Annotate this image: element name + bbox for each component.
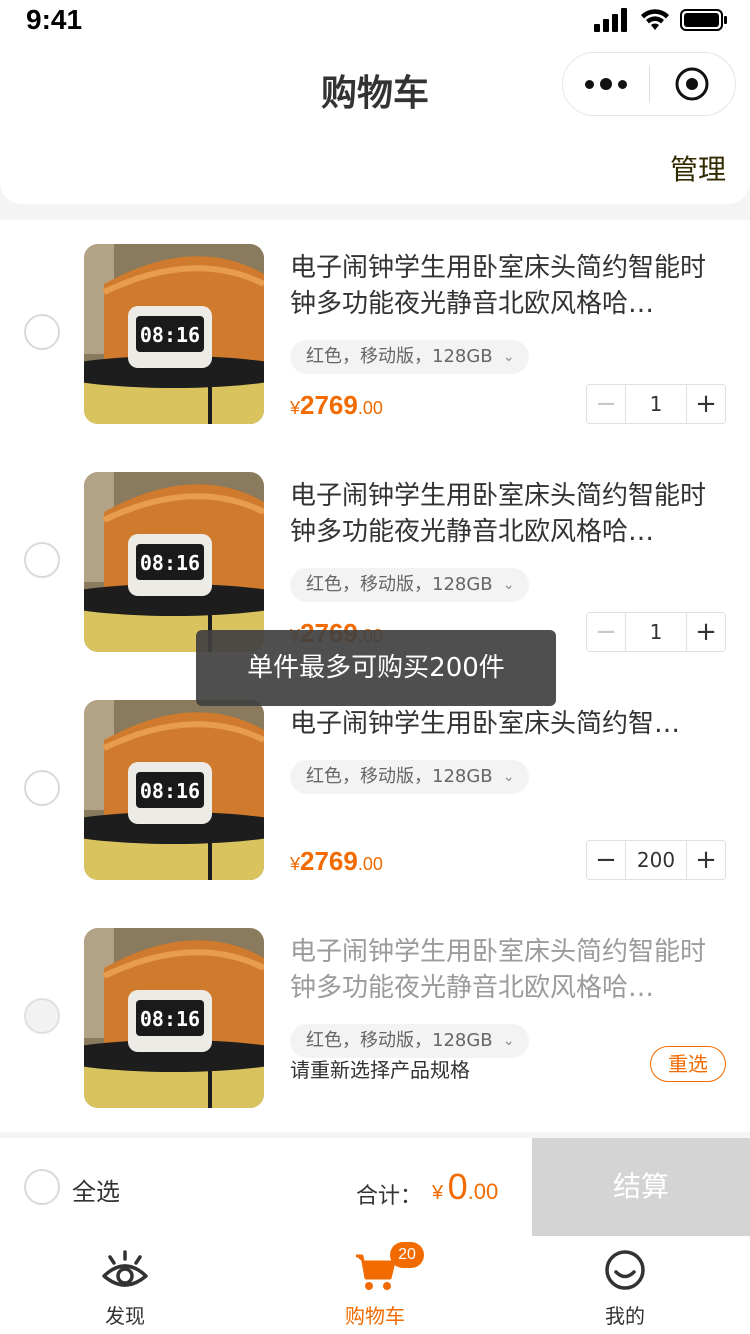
price-decimal: .00 xyxy=(357,398,383,418)
product-thumbnail[interactable]: 08:16 xyxy=(84,472,264,652)
quantity-value[interactable]: 1 xyxy=(625,385,687,423)
tab-label: 发现 xyxy=(105,1304,145,1328)
product-image: 08:16 xyxy=(84,928,264,1108)
toast-message: 单件最多可购买200件 xyxy=(196,630,556,706)
product-name[interactable]: 电子闹钟学生用卧室床头简约智… xyxy=(290,706,720,742)
manage-button[interactable]: 管理 xyxy=(670,148,726,188)
battery-icon xyxy=(680,9,727,31)
chevron-down-icon: ⌄ xyxy=(502,769,515,785)
reselect-tip: 请重新选择产品规格 xyxy=(290,1058,470,1082)
price-integer: 2769 xyxy=(300,390,358,420)
decrease-button[interactable]: − xyxy=(587,841,625,879)
tab-mine[interactable]: 我的 xyxy=(500,1236,750,1334)
signal-icon xyxy=(594,8,627,32)
quantity-value[interactable]: 200 xyxy=(625,841,687,879)
item-checkbox-disabled xyxy=(24,998,60,1034)
decrease-button[interactable]: − xyxy=(587,613,625,651)
eye-icon xyxy=(102,1250,148,1287)
increase-button[interactable]: + xyxy=(687,613,725,651)
checkout-button[interactable]: 结算 xyxy=(532,1138,750,1236)
tab-label: 购物车 xyxy=(345,1304,405,1328)
cart-badge: 20 xyxy=(390,1242,424,1268)
product-thumbnail[interactable]: 08:16 xyxy=(84,928,264,1108)
target-icon xyxy=(675,67,709,101)
clock-display: 08:16 xyxy=(140,551,200,575)
total-label: 合计： xyxy=(356,1184,423,1209)
tab-cart[interactable]: 20 购物车 xyxy=(250,1236,500,1334)
select-all-checkbox[interactable] xyxy=(24,1169,60,1205)
product-image: 08:16 xyxy=(84,244,264,424)
product-name[interactable]: 电子闹钟学生用卧室床头简约智能时钟多功能夜光静音北欧风格哈… xyxy=(290,934,720,1006)
cart-item-invalid: 08:16 电子闹钟学生用卧室床头简约智能时钟多功能夜光静音北欧风格哈… 红色，… xyxy=(0,904,750,1132)
more-dot-icon xyxy=(584,79,594,89)
chevron-down-icon: ⌄ xyxy=(502,577,515,593)
select-all-label[interactable]: 全选 xyxy=(72,1172,120,1207)
status-icons xyxy=(594,8,728,32)
price-currency: ¥ xyxy=(290,398,301,418)
cart-item: 08:16 电子闹钟学生用卧室床头简约智能时钟多功能夜光静音北欧风格哈… 红色，… xyxy=(0,220,750,448)
wifi-icon xyxy=(641,9,669,30)
increase-button[interactable]: + xyxy=(687,841,725,879)
spec-selector[interactable]: 红色，移动版，128GB ⌄ xyxy=(290,568,529,602)
decrease-button[interactable]: − xyxy=(587,385,625,423)
status-time: 9:41 xyxy=(26,4,83,35)
product-name[interactable]: 电子闹钟学生用卧室床头简约智能时钟多功能夜光静音北欧风格哈… xyxy=(290,478,720,550)
spec-text: 红色，移动版，128GB xyxy=(306,766,493,787)
spec-text: 红色，移动版，128GB xyxy=(306,1030,493,1051)
product-image: 08:16 xyxy=(84,700,264,880)
price-decimal: .00 xyxy=(357,854,383,874)
tab-discover[interactable]: 发现 xyxy=(0,1236,250,1334)
quantity-stepper: − 1 + xyxy=(586,612,726,652)
quantity-value[interactable]: 1 xyxy=(625,613,687,651)
product-thumbnail[interactable]: 08:16 xyxy=(84,700,264,880)
total-decimal: .00 xyxy=(467,1179,499,1204)
item-checkbox[interactable] xyxy=(24,770,60,806)
product-image: 08:16 xyxy=(84,472,264,652)
product-name[interactable]: 电子闹钟学生用卧室床头简约智能时钟多功能夜光静音北欧风格哈… xyxy=(290,250,720,322)
spec-selector[interactable]: 红色，移动版，128GB ⌄ xyxy=(290,340,529,374)
price-currency: ¥ xyxy=(290,854,301,874)
spec-text: 红色，移动版，128GB xyxy=(306,574,493,595)
miniprogram-capsule xyxy=(562,52,736,116)
smiley-icon xyxy=(605,1250,645,1290)
product-thumbnail[interactable]: 08:16 xyxy=(84,244,264,424)
close-miniprogram-button[interactable] xyxy=(650,52,736,116)
clock-display: 08:16 xyxy=(140,779,200,803)
quantity-stepper: − 1 + xyxy=(586,384,726,424)
price-integer: 2769 xyxy=(300,846,358,876)
status-bar: 9:41 xyxy=(0,0,750,44)
clock-display: 08:16 xyxy=(140,1007,200,1031)
total-amount: ¥ 0.00 xyxy=(432,1166,498,1208)
more-dot-icon xyxy=(617,79,627,89)
tab-label: 我的 xyxy=(605,1304,645,1328)
more-button[interactable] xyxy=(563,52,649,116)
item-checkbox[interactable] xyxy=(24,314,60,350)
more-dot-icon xyxy=(599,78,612,90)
cart-item: 08:16 电子闹钟学生用卧室床头简约智… 红色，移动版，128GB ⌄ ¥27… xyxy=(0,676,750,904)
spec-selector[interactable]: 红色，移动版，128GB ⌄ xyxy=(290,1024,529,1058)
reselect-button[interactable]: 重选 xyxy=(650,1046,726,1082)
total-currency: ¥ xyxy=(432,1182,444,1204)
page-header: 购物车 管理 xyxy=(0,44,750,204)
chevron-down-icon: ⌄ xyxy=(502,1033,515,1049)
item-checkbox[interactable] xyxy=(24,542,60,578)
checkout-bar: 全选 合计： ¥ 0.00 结算 xyxy=(0,1138,750,1236)
total-integer: 0 xyxy=(447,1166,468,1207)
chevron-down-icon: ⌄ xyxy=(502,349,515,365)
increase-button[interactable]: + xyxy=(687,385,725,423)
quantity-stepper: − 200 + xyxy=(586,840,726,880)
product-price: ¥2769.00 xyxy=(290,846,383,877)
product-price: ¥2769.00 xyxy=(290,390,383,421)
clock-display: 08:16 xyxy=(140,323,200,347)
tab-bar: 发现 20 购物车 我的 xyxy=(0,1236,750,1334)
spec-text: 红色，移动版，128GB xyxy=(306,346,493,367)
spec-selector[interactable]: 红色，移动版，128GB ⌄ xyxy=(290,760,529,794)
